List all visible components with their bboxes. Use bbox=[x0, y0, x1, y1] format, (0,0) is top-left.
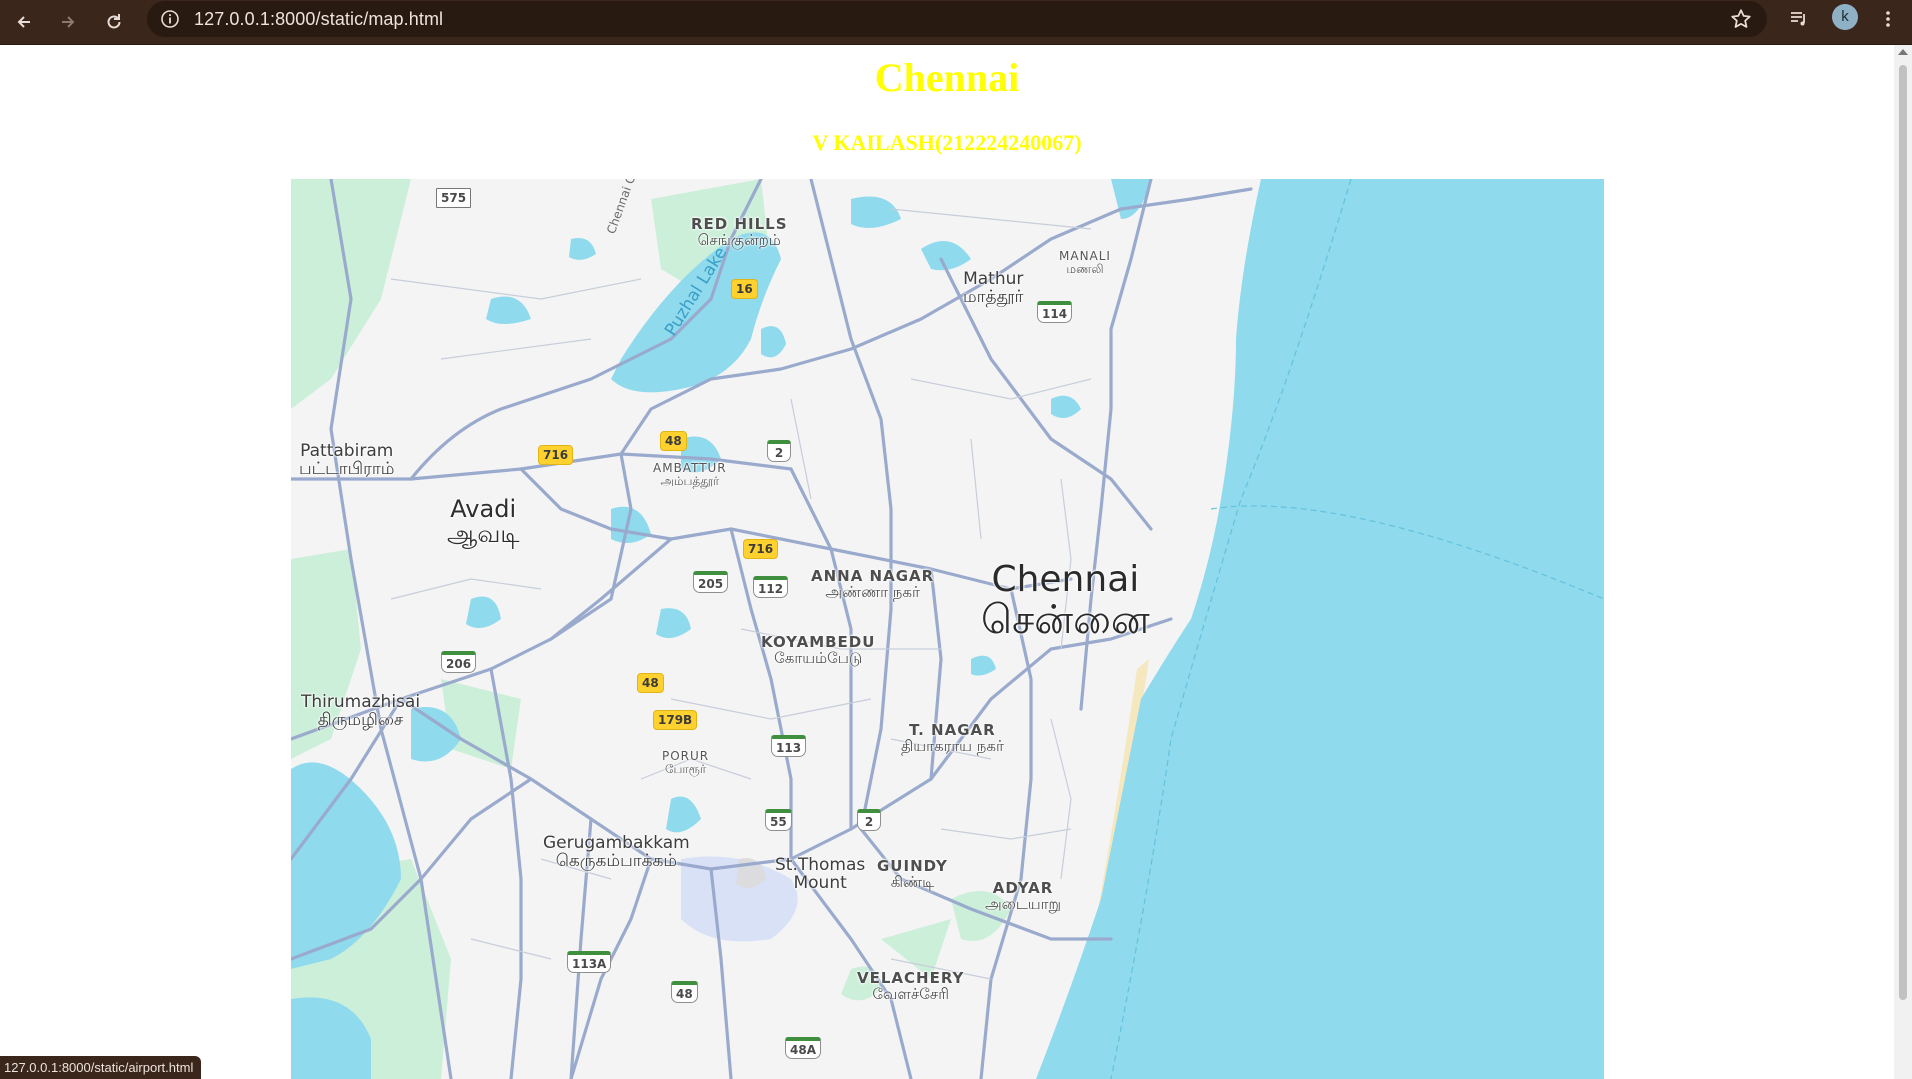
forward-arrow-icon bbox=[62, 16, 75, 28]
map-label-gerugambakkam: Gerugambakkam கெருகம்பாக்கம் bbox=[543, 833, 690, 871]
playlist-icon bbox=[1791, 12, 1805, 26]
highway-shield: 113 bbox=[771, 735, 807, 757]
map-label-chennai: Chennai சென்னை bbox=[981, 559, 1150, 643]
highway-shield: 48 bbox=[637, 673, 664, 693]
highway-shield: 112 bbox=[753, 576, 789, 598]
highway-shield: 16 bbox=[731, 279, 758, 299]
highway-shield: 55 bbox=[765, 809, 792, 831]
highway-shield: 114 bbox=[1037, 301, 1073, 323]
bookmark-button[interactable] bbox=[1729, 7, 1753, 31]
highway-shield: 48 bbox=[671, 981, 698, 1003]
url-text[interactable]: 127.0.0.1:8000/static/map.html bbox=[194, 9, 443, 30]
highway-shield: 2 bbox=[857, 809, 881, 831]
star-icon bbox=[1731, 9, 1751, 28]
media-controls-button[interactable] bbox=[1784, 4, 1814, 34]
map-label-thirumazhisai: Thirumazhisai திருமழிசை bbox=[301, 692, 421, 730]
map-label-adyar: ADYAR அடையாறு bbox=[985, 879, 1062, 913]
page-scrollbar[interactable] bbox=[1894, 45, 1912, 1079]
park-areas bbox=[291, 179, 1011, 1079]
highway-shield: 2 bbox=[767, 440, 791, 462]
map-image[interactable]: Puzhal Lake Chennai O... RED HILLS செங்கு… bbox=[291, 179, 1604, 1079]
map-label-pattabiram: Pattabiram பட்டாபிராம் bbox=[299, 441, 395, 479]
map-label-porur: PORUR போரூர் bbox=[662, 749, 710, 776]
map-label-t-nagar: T. NAGAR தியாகராய நகர் bbox=[901, 721, 1004, 755]
page-title: Chennai bbox=[874, 55, 1020, 100]
map-label-anna-nagar: ANNA NAGAR அண்ணா நகர் bbox=[811, 567, 935, 601]
site-info-button[interactable] bbox=[157, 6, 183, 32]
map-label-mathur: Mathur மாத்தூர் bbox=[963, 269, 1024, 307]
profile-avatar[interactable]: k bbox=[1832, 4, 1858, 30]
map-label-guindy: GUINDY கிண்டி bbox=[877, 857, 948, 891]
scrollbar-thumb[interactable] bbox=[1899, 65, 1907, 1000]
reload-button[interactable] bbox=[96, 4, 132, 40]
map-label-avadi: Avadi ஆவடி bbox=[447, 495, 520, 549]
map-label-koyambedu: KOYAMBEDU கோயம்பேடு bbox=[761, 633, 876, 667]
info-icon bbox=[161, 10, 179, 28]
highway-shield: 205 bbox=[693, 571, 729, 593]
browser-toolbar: 127.0.0.1:8000/static/map.html k bbox=[0, 0, 1912, 45]
link-status-bubble: 127.0.0.1:8000/static/airport.html bbox=[0, 1056, 202, 1079]
more-vert-icon bbox=[1886, 11, 1890, 27]
highway-shield: 206 bbox=[441, 651, 477, 673]
reload-icon bbox=[107, 14, 121, 29]
highway-shield: 575 bbox=[436, 188, 472, 208]
page-subtitle: V KAILASH(212224240067) bbox=[812, 130, 1082, 155]
highway-shield: 716 bbox=[538, 445, 574, 465]
back-button[interactable] bbox=[6, 4, 42, 40]
map-label-st-thomas-mount: St.Thomas Mount bbox=[775, 855, 866, 893]
back-arrow-icon bbox=[17, 16, 30, 28]
map-label-ambattur: AMBATTUR அம்பத்தூர் bbox=[653, 461, 727, 488]
highway-shield: 48A bbox=[785, 1037, 821, 1059]
highway-shield: 716 bbox=[743, 539, 779, 559]
highway-shield: 179B bbox=[653, 710, 698, 730]
map-label-manali: MANALI மணலி bbox=[1059, 249, 1111, 276]
highway-shield: 48 bbox=[660, 431, 687, 451]
browser-menu-button[interactable] bbox=[1876, 4, 1900, 34]
forward-button[interactable] bbox=[50, 4, 86, 40]
map-base bbox=[291, 179, 1604, 1079]
address-bar[interactable]: 127.0.0.1:8000/static/map.html bbox=[147, 1, 1767, 37]
map-label-velachery: VELACHERY வேளச்சேரி bbox=[857, 969, 965, 1003]
highway-shield: 113A bbox=[567, 951, 612, 973]
scroll-up-arrow-icon[interactable] bbox=[1898, 49, 1908, 55]
map-label-red-hills: RED HILLS செங்குன்றம் bbox=[691, 215, 788, 249]
